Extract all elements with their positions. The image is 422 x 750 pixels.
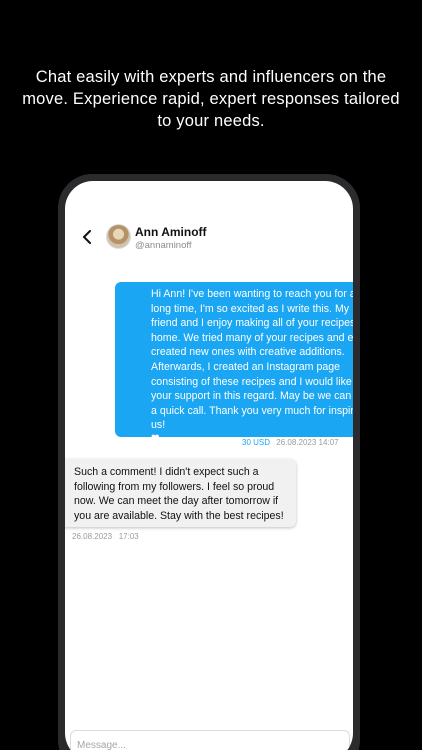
message-price: 30 USD bbox=[242, 438, 271, 447]
incoming-message-text: Such a comment! I didn't expect such a f… bbox=[74, 466, 284, 522]
message-date: 26.08.2023 bbox=[72, 532, 113, 541]
incoming-message-bubble: Such a comment! I didn't expect such a f… bbox=[65, 459, 296, 527]
chat-screen: Ann Aminoff @annaminoff Hi Ann! I've bee… bbox=[65, 181, 353, 750]
message-time: 17:03 bbox=[118, 532, 139, 541]
message-date: 26.08.2023 bbox=[276, 438, 317, 447]
outgoing-message-bubble: Hi Ann! I've been wanting to reach you f… bbox=[115, 282, 353, 444]
message-composer bbox=[70, 730, 350, 750]
contact-name: Ann Aminoff bbox=[135, 225, 207, 239]
chat-header: Ann Aminoff @annaminoff bbox=[65, 181, 353, 281]
outgoing-message-text: Hi Ann! I've been wanting to reach you f… bbox=[151, 288, 353, 432]
message-input[interactable] bbox=[77, 737, 337, 750]
message-time: 14:07 bbox=[318, 438, 339, 447]
promo-caption: Chat easily with experts and influencers… bbox=[22, 68, 400, 130]
incoming-message-meta: 26.08.2023 17:03 bbox=[72, 532, 139, 541]
avatar[interactable] bbox=[106, 224, 131, 249]
chevron-left-icon[interactable] bbox=[79, 229, 95, 245]
contact-handle: @annaminoff bbox=[135, 240, 192, 251]
